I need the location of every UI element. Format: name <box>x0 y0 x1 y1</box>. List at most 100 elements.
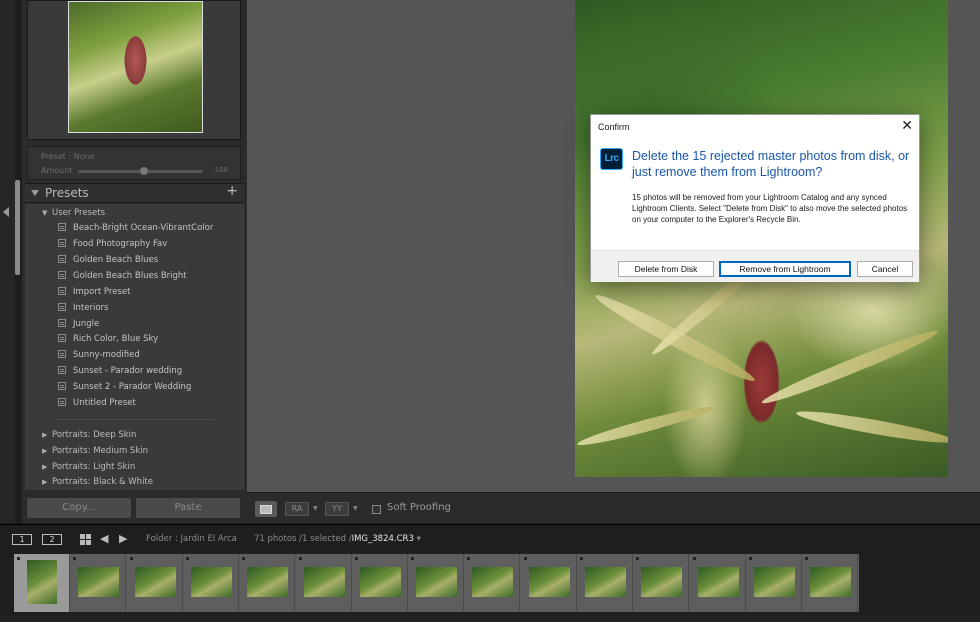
thumbnail-badge-icon <box>523 557 527 560</box>
survey-view-button[interactable]: YY <box>325 502 349 516</box>
thumbnail-image <box>416 567 458 597</box>
preset-group-portraits-deep-skin[interactable]: ▶ Portraits: Deep Skin <box>42 430 136 440</box>
collapse-arrow-icon[interactable] <box>3 207 9 217</box>
soft-proofing-checkbox[interactable] <box>372 505 381 514</box>
expand-triangle-icon[interactable] <box>31 190 39 196</box>
thumbnail-badge-icon <box>805 557 809 560</box>
preset-group-portraits-medium-skin[interactable]: ▶ Portraits: Medium Skin <box>42 446 148 456</box>
filmstrip-thumbnail[interactable] <box>352 554 408 612</box>
thumbnail-image <box>134 567 176 597</box>
preset-item[interactable]: Food Photography Fav <box>58 237 167 251</box>
left-panel-scrollbar[interactable] <box>15 180 20 275</box>
survey-dropdown-icon[interactable]: ▼ <box>353 505 358 512</box>
filmstrip-header: 1 2 ◀ ▶ Folder : Jardin El Arca 71 photo… <box>0 524 980 552</box>
thumbnail-badge-icon <box>411 557 415 560</box>
left-panel-collapse-strip[interactable] <box>0 0 15 523</box>
thumbnail-badge-icon <box>748 557 752 560</box>
presets-title: Presets <box>45 186 89 200</box>
photo-detail <box>575 402 715 450</box>
folder-label[interactable]: Folder : Jardin El Arca <box>146 534 237 544</box>
compare-view-button[interactable]: RA <box>285 502 309 516</box>
preset-item[interactable]: Interiors <box>58 301 108 315</box>
preset-item[interactable]: Golden Beach Blues Bright <box>58 269 187 283</box>
compare-dropdown-icon[interactable]: ▼ <box>313 505 318 512</box>
preset-item[interactable]: Sunset 2 - Parador Wedding <box>58 380 191 394</box>
thumbnail-badge-icon <box>692 557 696 560</box>
group-expanded-icon[interactable]: ▼ <box>42 209 52 217</box>
photo-count-label[interactable]: 71 photos /1 selected /IMG_3824.CR3 ▾ <box>254 534 421 544</box>
preset-label: Rich Color, Blue Sky <box>73 334 159 344</box>
preset-group-portraits-light-skin[interactable]: ▶ Portraits: Light Skin <box>42 462 135 472</box>
preset-item[interactable]: Sunset - Parador wedding <box>58 364 182 378</box>
group-collapsed-icon[interactable]: ▶ <box>42 463 52 471</box>
preset-label: Golden Beach Blues Bright <box>73 271 187 281</box>
preset-item[interactable]: Import Preset <box>58 285 130 299</box>
group-label: Portraits: Deep Skin <box>52 430 137 440</box>
filmstrip-thumbnail[interactable] <box>690 554 746 612</box>
preset-icon <box>58 223 66 231</box>
filmstrip-thumbnail[interactable] <box>296 554 352 612</box>
preset-item[interactable]: Sunny-modified <box>58 348 140 362</box>
filmstrip-thumbnail[interactable] <box>633 554 690 612</box>
forward-arrow-icon[interactable]: ▶ <box>119 532 127 545</box>
secondary-display-button[interactable]: 2 <box>42 534 62 545</box>
preset-group-user-presets[interactable]: ▼ User Presets <box>42 208 105 218</box>
navigator-preview-image[interactable] <box>68 1 203 133</box>
preset-icon <box>58 382 66 390</box>
dialog-title: Confirm <box>598 122 630 132</box>
preset-group-portraits-bw[interactable]: ▶ Portraits: Black & White <box>42 477 153 487</box>
preset-label: Food Photography Fav <box>73 239 168 249</box>
copy-paste-bar: Copy... Paste <box>22 492 247 523</box>
filmstrip-thumbnail[interactable] <box>802 554 859 612</box>
preset-item[interactable]: Untitled Preset <box>58 396 136 410</box>
amount-slider-knob[interactable] <box>140 167 148 175</box>
close-icon[interactable]: ✕ <box>901 117 913 134</box>
thumbnail-image <box>753 567 795 597</box>
preset-label: Beach-Bright Ocean-VibrantColor <box>73 223 214 233</box>
thumbnail-image <box>190 567 232 597</box>
filmstrip-thumbnail[interactable] <box>577 554 633 612</box>
copy-button[interactable]: Copy... <box>27 498 131 518</box>
paste-button[interactable]: Paste <box>136 498 240 518</box>
preset-item[interactable]: Rich Color, Blue Sky <box>58 332 158 346</box>
loupe-view-button[interactable] <box>255 501 277 517</box>
filmstrip-thumbnail[interactable] <box>408 554 465 612</box>
grid-view-icon[interactable] <box>80 534 91 545</box>
presets-section-header[interactable]: Presets + <box>25 183 244 203</box>
filmstrip-thumbnail[interactable] <box>746 554 802 612</box>
delete-from-disk-button[interactable]: Delete from Disk <box>618 261 714 277</box>
soft-proofing-label: Soft Proofing <box>387 502 451 513</box>
preset-label: Untitled Preset <box>73 398 136 408</box>
filmstrip-thumbnail[interactable] <box>127 554 183 612</box>
remove-from-lightroom-button[interactable]: Remove from Lightroom <box>719 261 851 277</box>
group-collapsed-icon[interactable]: ▶ <box>42 447 52 455</box>
amount-slider[interactable] <box>78 167 203 175</box>
left-panel: Preset : None Amount 100 Presets + ▼ User… <box>22 0 247 523</box>
thumbnail-badge-icon <box>636 557 640 560</box>
preset-item[interactable]: Jungle <box>58 317 99 331</box>
dialog-sub-message: 15 photos will be removed from your Ligh… <box>632 193 908 224</box>
filmstrip-thumbnail[interactable] <box>464 554 521 612</box>
group-collapsed-icon[interactable]: ▶ <box>42 478 52 486</box>
filmstrip-thumbnail[interactable] <box>521 554 577 612</box>
filmstrip-thumbnail[interactable] <box>70 554 127 612</box>
filmstrip-thumbnail[interactable] <box>14 554 70 612</box>
thumbnail-badge-icon <box>467 557 471 560</box>
photo-detail <box>759 324 941 410</box>
preset-icon <box>58 319 66 327</box>
add-preset-icon[interactable]: + <box>226 183 238 199</box>
cancel-button[interactable]: Cancel <box>857 261 913 277</box>
filmstrip-scrollbar[interactable] <box>0 615 980 622</box>
preset-item[interactable]: Beach-Bright Ocean-VibrantColor <box>58 221 213 235</box>
back-arrow-icon[interactable]: ◀ <box>100 532 108 545</box>
primary-display-button[interactable]: 1 <box>12 534 32 545</box>
preset-item[interactable]: Golden Beach Blues <box>58 253 158 267</box>
filmstrip-thumbnail[interactable] <box>239 554 296 612</box>
thumbnail-badge-icon <box>298 557 302 560</box>
source-dropdown-icon[interactable]: ▾ <box>417 534 421 544</box>
group-collapsed-icon[interactable]: ▶ <box>42 431 52 439</box>
thumbnail-image <box>78 567 120 597</box>
lightroom-logo-icon: Lrc <box>600 148 623 170</box>
filmstrip-thumbnail[interactable] <box>183 554 239 612</box>
thumbnail-image <box>641 567 683 597</box>
